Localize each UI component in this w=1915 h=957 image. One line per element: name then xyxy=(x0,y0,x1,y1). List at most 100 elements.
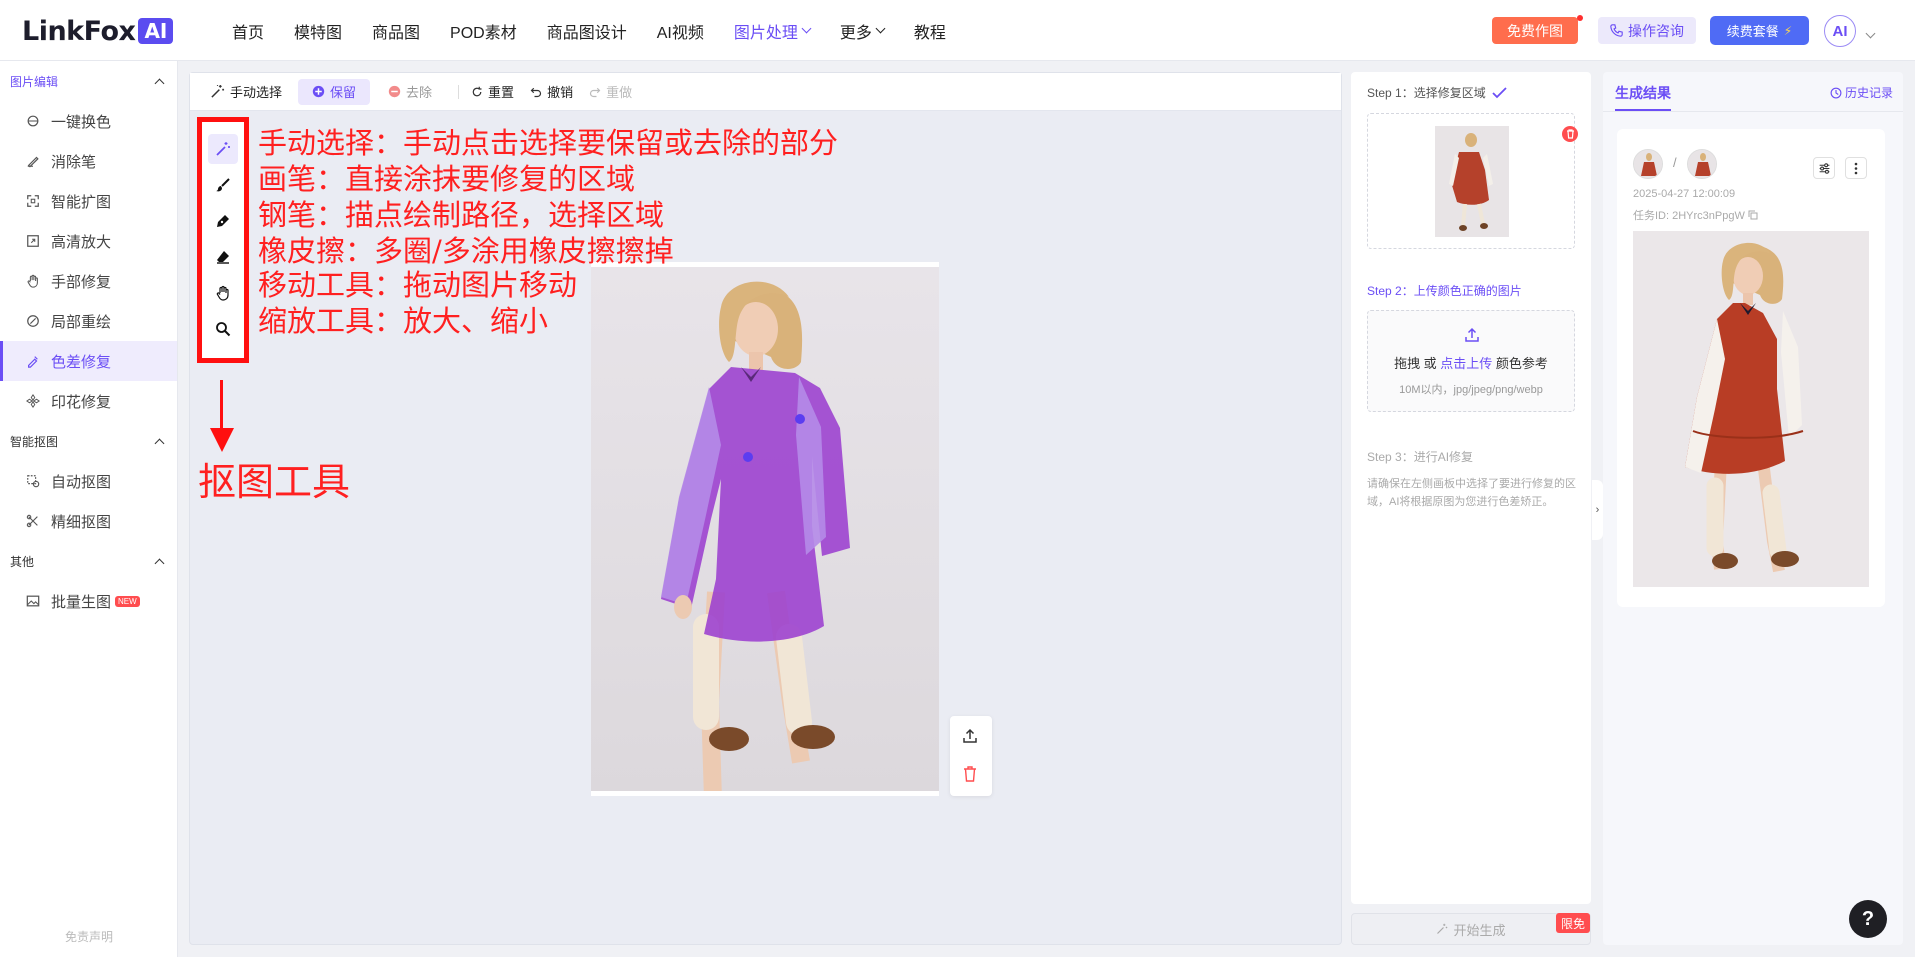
reset-button[interactable]: 重置 xyxy=(471,82,514,101)
free-limited-badge: 限免 xyxy=(1556,913,1590,933)
nav-item-4[interactable]: 商品图设计 xyxy=(547,19,627,43)
zoom-tool[interactable] xyxy=(208,314,238,344)
brush-icon xyxy=(25,313,41,329)
sidebar-item-2-0[interactable]: 批量生图 NEW xyxy=(0,581,177,621)
redo-button[interactable]: 重做 xyxy=(589,82,632,101)
logo-text: LinkFox xyxy=(22,15,136,47)
logo[interactable]: LinkFox AI xyxy=(22,15,174,47)
results-header: 生成结果 历史记录 xyxy=(1603,72,1903,112)
export-icon[interactable] xyxy=(962,728,978,747)
trash-icon xyxy=(1566,129,1574,139)
pen-icon xyxy=(217,215,229,227)
reference-thumb-avatar[interactable] xyxy=(1687,149,1717,179)
sidebar-item-0-1[interactable]: 消除笔 xyxy=(0,141,177,181)
redo-label: 重做 xyxy=(606,85,633,100)
undo-icon xyxy=(530,87,542,97)
delete-icon[interactable] xyxy=(963,766,977,785)
sidebar-item-0-7[interactable]: 印花修复 xyxy=(0,381,177,421)
nav-item-5[interactable]: AI视频 xyxy=(657,19,704,43)
undo-button[interactable]: 撤销 xyxy=(530,82,573,101)
nav-item-1[interactable]: 模特图 xyxy=(294,19,342,43)
nav-item-7[interactable]: 更多 xyxy=(840,19,886,43)
sidebar-item-0-0[interactable]: 一键换色 xyxy=(0,101,177,141)
help-button[interactable]: ? xyxy=(1849,900,1887,938)
start-generate-button[interactable]: 开始生成 xyxy=(1351,913,1591,945)
nav-item-2[interactable]: 商品图 xyxy=(372,19,420,43)
sidebar-section-0[interactable]: 图片编辑 xyxy=(0,61,177,101)
manual-select-tool[interactable]: 手动选择 xyxy=(210,82,282,101)
model-illustration xyxy=(591,267,939,791)
sidebar-item-0-2[interactable]: 智能扩图 xyxy=(0,181,177,221)
magic-wand-tool[interactable] xyxy=(208,134,238,164)
chevron-down-icon xyxy=(875,23,886,34)
sidebar-item-label: 印花修复 xyxy=(51,393,112,411)
editor-canvas[interactable]: 手动选择 保留 去除 重置 撤销 重做 手动选择：手动点击选择要保留或去除的部分… xyxy=(189,72,1342,945)
nav-item-label: 商品图设计 xyxy=(546,24,627,42)
sidebar-item-1-1[interactable]: 精细抠图 xyxy=(0,501,177,541)
nav-item-6[interactable]: 图片处理 xyxy=(733,19,812,43)
sidebar-section-1[interactable]: 智能抠图 xyxy=(0,421,177,461)
nav-item-0[interactable]: 首页 xyxy=(232,19,264,43)
sliders-icon xyxy=(1819,162,1829,174)
sidebar-item-0-5[interactable]: 局部重绘 xyxy=(0,301,177,341)
free-draw-button[interactable]: 免费作图 xyxy=(1492,17,1578,44)
editing-photo[interactable] xyxy=(591,262,939,796)
sidebar-item-0-3[interactable]: 高清放大 xyxy=(0,221,177,261)
lightning-icon: ⚡ xyxy=(1783,23,1793,38)
eraser-tool[interactable] xyxy=(208,242,238,272)
hand-icon xyxy=(216,285,229,301)
sidebar-item-label: 色差修复 xyxy=(51,353,112,371)
nav-item-8[interactable]: 教程 xyxy=(914,19,946,43)
active-tab-indicator xyxy=(1615,109,1671,111)
sidebar-item-label: 自动抠图 xyxy=(51,473,112,491)
step3-title: Step 3：进行AI修复 xyxy=(1367,450,1474,464)
keep-button[interactable]: 保留 xyxy=(298,78,371,105)
sidebar: 图片编辑 一键换色 消除笔 智能扩图高清放大手部修复局部重绘色差修复印花修复智能抠图自… xyxy=(0,61,178,957)
sidebar-item-label: 高清放大 xyxy=(51,233,112,251)
history-link[interactable]: 历史记录 xyxy=(1830,84,1893,101)
pen-tool[interactable] xyxy=(208,206,238,236)
collapse-panel-handle[interactable]: › xyxy=(1592,480,1603,540)
annotation-line-1: 画笔：直接涂抹要修复的区域 xyxy=(258,162,636,196)
nav-item-3[interactable]: POD素材 xyxy=(450,19,517,43)
disclaimer-link[interactable]: 免责声明 xyxy=(0,928,178,945)
sidebar-item-0-4[interactable]: 手部修复 xyxy=(0,261,177,301)
nav-item-label: 首页 xyxy=(232,24,265,42)
chevron-right-icon: › xyxy=(1595,504,1600,516)
copy-icon[interactable] xyxy=(1748,210,1758,220)
move-tool[interactable] xyxy=(208,278,238,308)
annotation-line-3: 橡皮擦：多圈/多涂用橡皮擦擦掉 xyxy=(258,234,674,268)
sidebar-item-label: 局部重绘 xyxy=(51,313,112,331)
consult-button[interactable]: 操作咨询 xyxy=(1598,17,1696,44)
remove-selection-button[interactable] xyxy=(1562,126,1578,142)
fine-cutout-icon xyxy=(25,513,41,529)
user-avatar[interactable]: AI xyxy=(1824,15,1856,47)
original-thumb-avatar[interactable] xyxy=(1633,149,1663,179)
annotation-line-0: 手动选择：手动点击选择要保留或去除的部分 xyxy=(258,126,839,160)
adjust-button[interactable] xyxy=(1813,157,1835,179)
more-options-button[interactable] xyxy=(1845,157,1867,179)
remove-button[interactable]: 去除 xyxy=(388,82,432,101)
minus-circle-icon xyxy=(388,85,401,98)
toolbar-divider xyxy=(458,84,460,99)
question-icon: ? xyxy=(1861,907,1875,930)
tab-generated-results[interactable]: 生成结果 xyxy=(1615,83,1671,103)
reset-label: 重置 xyxy=(488,85,515,100)
renew-plan-button[interactable]: 续费套餐 ⚡ xyxy=(1710,16,1809,45)
step1-selection-box[interactable] xyxy=(1367,113,1578,249)
check-icon xyxy=(1492,86,1507,98)
sidebar-item-1-0[interactable]: 自动抠图 xyxy=(0,461,177,501)
sidebar-item-0-6[interactable]: 色差修复 xyxy=(0,341,177,381)
color-reference-upload[interactable]: 拖拽 或 点击上传 颜色参考 10M以内，jpg/jpeg/png/webp xyxy=(1367,310,1575,412)
top-navbar: LinkFox AI 首页 模特图 商品图 POD素材 商品图设计 AI视频 图片处理 更多 教… xyxy=(0,0,1915,61)
sidebar-section-2[interactable]: 其他 xyxy=(0,541,177,581)
step2-title: Step 2：上传颜色正确的图片 xyxy=(1367,284,1522,298)
sidebar-item-label: 精细抠图 xyxy=(51,513,112,531)
upload-click-link[interactable]: 点击上传 xyxy=(1440,356,1492,371)
chevron-down-icon[interactable] xyxy=(1862,24,1876,40)
result-image[interactable] xyxy=(1633,231,1869,587)
annotation-line-2: 钢笔：描点绘制路径，选择区域 xyxy=(258,198,665,232)
nav-item-label: 图片处理 xyxy=(733,24,798,42)
image-icon xyxy=(25,593,41,609)
brush-tool[interactable] xyxy=(208,170,238,200)
